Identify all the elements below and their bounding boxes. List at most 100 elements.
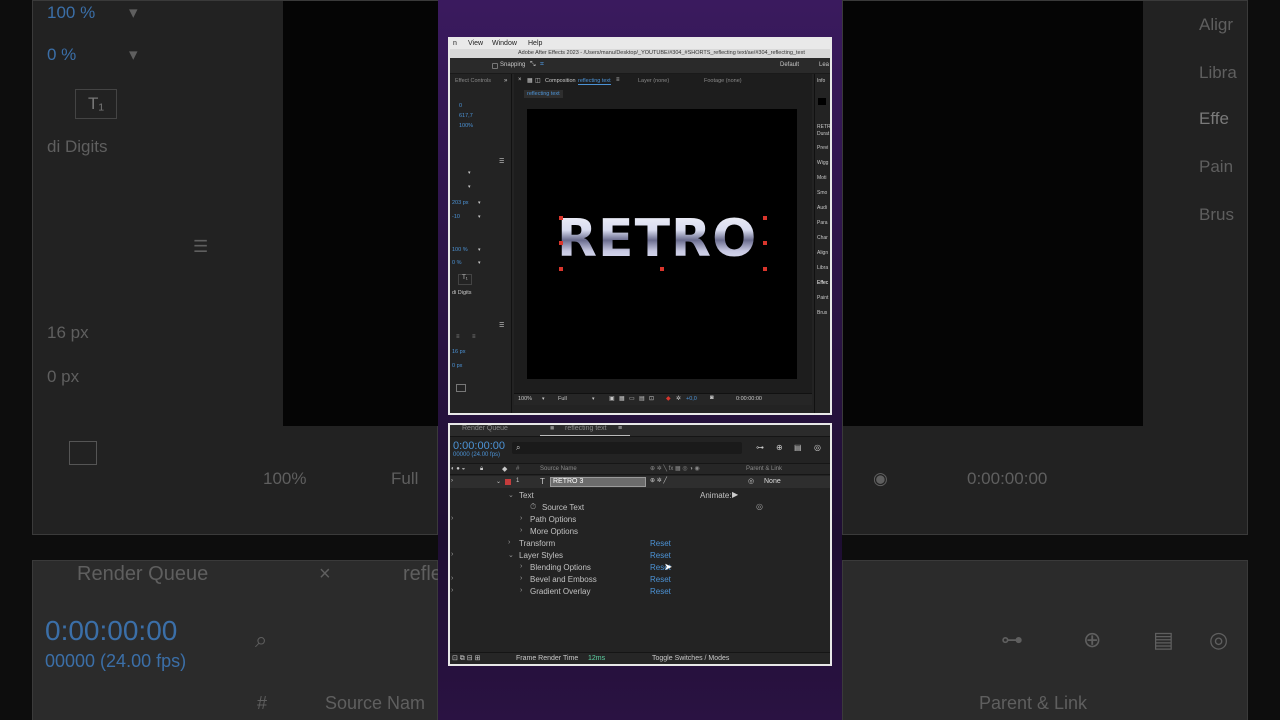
align-justify-icon[interactable]: ≡ bbox=[472, 334, 476, 340]
text-style-icon[interactable]: T₁ bbox=[458, 274, 472, 285]
animate-play-icon[interactable]: ▶ bbox=[732, 490, 738, 499]
comp-timecode[interactable]: 0:00:00:00 bbox=[736, 396, 762, 402]
parent-select[interactable]: None bbox=[764, 478, 781, 485]
panel-expand-icon[interactable]: » bbox=[504, 78, 507, 84]
label-color-swatch[interactable] bbox=[505, 479, 511, 485]
prop-transform[interactable]: Transform bbox=[519, 539, 555, 548]
handle-bc[interactable] bbox=[660, 267, 664, 271]
handle-tl[interactable] bbox=[559, 216, 563, 220]
prop-path-options[interactable]: Path Options bbox=[530, 515, 576, 524]
percent-0[interactable]: 0 % bbox=[452, 260, 461, 266]
value-617[interactable]: 617,7 bbox=[459, 113, 473, 119]
visibility-icon[interactable]: › bbox=[451, 478, 453, 484]
px-203[interactable]: 203 px bbox=[452, 200, 469, 206]
panel-item[interactable]: Paint bbox=[817, 295, 828, 301]
px-0[interactable]: 0 px bbox=[452, 363, 462, 369]
chevron-down-icon[interactable]: ▾ bbox=[468, 184, 471, 190]
label-tag-icon[interactable]: ◆ bbox=[502, 465, 507, 473]
value-0[interactable]: 0 bbox=[459, 103, 462, 109]
stopwatch-icon[interactable]: ⏱︎ bbox=[530, 502, 536, 512]
flowchart-icon[interactable]: ⊶ bbox=[756, 443, 764, 452]
chevron-right-icon[interactable]: › bbox=[520, 575, 522, 582]
motion-blur-icon[interactable]: ◎ bbox=[814, 443, 821, 452]
lock-icon[interactable]: ▦ bbox=[527, 77, 533, 84]
chevron-right-icon[interactable]: › bbox=[520, 563, 522, 570]
chevron-right-icon[interactable]: › bbox=[520, 527, 522, 534]
eye-icon[interactable]: › bbox=[451, 587, 453, 594]
prop-text[interactable]: Text bbox=[519, 491, 534, 500]
chevron-down-icon[interactable]: ⌄ bbox=[496, 478, 501, 485]
chevron-down-icon[interactable]: ▾ bbox=[478, 260, 481, 266]
workspace-learn[interactable]: Lea bbox=[819, 62, 829, 68]
menu-icon[interactable]: ☰ bbox=[499, 158, 504, 165]
reset-bevel-emboss[interactable]: Reset bbox=[650, 575, 671, 584]
chevron-down-icon[interactable]: ▾ bbox=[478, 247, 481, 253]
handle-bl[interactable] bbox=[559, 267, 563, 271]
panel-item[interactable]: Wigg bbox=[817, 160, 828, 166]
lock-icon[interactable]: 🔒︎ bbox=[480, 466, 483, 473]
color-mgmt-icon[interactable]: ◆ bbox=[666, 395, 671, 402]
layer-name-field[interactable]: RETRO 3 bbox=[550, 477, 646, 487]
panel-item[interactable]: Audi bbox=[817, 205, 827, 211]
panel-item[interactable]: Effec bbox=[817, 280, 828, 286]
menu-icon[interactable]: ☰ bbox=[499, 322, 504, 329]
frame-blend-icon[interactable]: ▤ bbox=[794, 443, 802, 452]
eye-icon[interactable]: › bbox=[451, 551, 453, 558]
draft3d-icon[interactable]: ⊕ bbox=[776, 443, 783, 452]
menu-window[interactable]: Window bbox=[492, 40, 517, 47]
menu-help[interactable]: Help bbox=[528, 40, 542, 47]
layer-row[interactable]: › ⌄ 1 T RETRO 3 ⊕ ✲ ╱ ◎ None bbox=[450, 476, 830, 488]
workspace-default[interactable]: Default bbox=[780, 62, 799, 68]
snapping-checkbox[interactable] bbox=[492, 63, 498, 69]
chevron-down-icon[interactable]: ▾ bbox=[468, 170, 471, 176]
panel-item[interactable]: Align bbox=[817, 250, 828, 256]
panel-item[interactable]: Smo bbox=[817, 190, 827, 196]
comp-canvas[interactable]: RETRO bbox=[527, 109, 797, 379]
grid-icon[interactable]: ▦ bbox=[619, 395, 625, 402]
chevron-down-icon[interactable]: ⌄ bbox=[508, 551, 514, 559]
menu-icon[interactable]: ≡ bbox=[616, 77, 620, 83]
minus-10[interactable]: -10 bbox=[452, 214, 460, 220]
panel-item[interactable]: Info bbox=[817, 78, 825, 84]
comp-tab-name[interactable]: reflecting text bbox=[578, 78, 611, 85]
search-input[interactable]: ⌕ bbox=[512, 442, 742, 454]
pickwhip-icon[interactable]: ◎ bbox=[748, 477, 754, 485]
chevron-down-icon[interactable]: ⌄ bbox=[508, 491, 514, 499]
toggle-switches-modes[interactable]: Toggle Switches / Modes bbox=[652, 655, 729, 662]
menu-item[interactable]: n bbox=[453, 40, 457, 47]
chevron-down-icon[interactable]: ▾ bbox=[542, 396, 545, 402]
chevron-right-icon[interactable]: › bbox=[520, 587, 522, 594]
reset-layer-styles[interactable]: Reset bbox=[650, 551, 671, 560]
close-icon[interactable]: × bbox=[518, 77, 522, 83]
resolution-select[interactable]: Full bbox=[558, 396, 567, 402]
animate-label[interactable]: Animate: bbox=[700, 491, 732, 500]
snap-option-icon[interactable]: ⌗ bbox=[540, 61, 544, 69]
panel-item[interactable]: Para bbox=[817, 220, 828, 226]
eye-icon[interactable]: › bbox=[451, 515, 453, 522]
chevron-down-icon[interactable]: ▾ bbox=[592, 396, 595, 402]
handle-tr[interactable] bbox=[763, 216, 767, 220]
prop-gradient-overlay[interactable]: Gradient Overlay bbox=[530, 587, 590, 596]
layer-tab[interactable]: Layer (none) bbox=[638, 78, 669, 84]
3d-icon[interactable]: ▤ bbox=[639, 395, 645, 402]
eye-icon[interactable]: › bbox=[451, 575, 453, 582]
panel-item[interactable]: Char bbox=[817, 235, 828, 241]
region-icon[interactable]: ▣ bbox=[609, 395, 615, 402]
prop-more-options[interactable]: More Options bbox=[530, 527, 578, 536]
panel-item[interactable]: Brus bbox=[817, 310, 827, 316]
mask-icon[interactable]: ▭ bbox=[629, 395, 635, 402]
chevron-right-icon[interactable]: › bbox=[520, 515, 522, 522]
snap-icon[interactable]: ⤡ bbox=[530, 61, 536, 69]
comp-tab-label[interactable]: Composition bbox=[545, 78, 576, 84]
footage-tab[interactable]: Footage (none) bbox=[704, 78, 742, 84]
render-queue-tab[interactable]: Render Queue bbox=[462, 425, 508, 432]
effect-controls-tab[interactable]: Effect Controls bbox=[455, 78, 491, 84]
panel-item[interactable]: Libra bbox=[817, 265, 828, 271]
current-timecode[interactable]: 0:00:00:00 bbox=[453, 440, 505, 452]
menu-icon[interactable]: ≡ bbox=[618, 425, 622, 432]
handle-ml[interactable] bbox=[559, 241, 563, 245]
exposure-icon[interactable]: ✲ bbox=[676, 395, 681, 402]
prop-layer-styles[interactable]: Layer Styles bbox=[519, 551, 563, 560]
panel-item[interactable]: Moti bbox=[817, 175, 826, 181]
prop-blending-options[interactable]: Blending Options bbox=[530, 563, 591, 572]
